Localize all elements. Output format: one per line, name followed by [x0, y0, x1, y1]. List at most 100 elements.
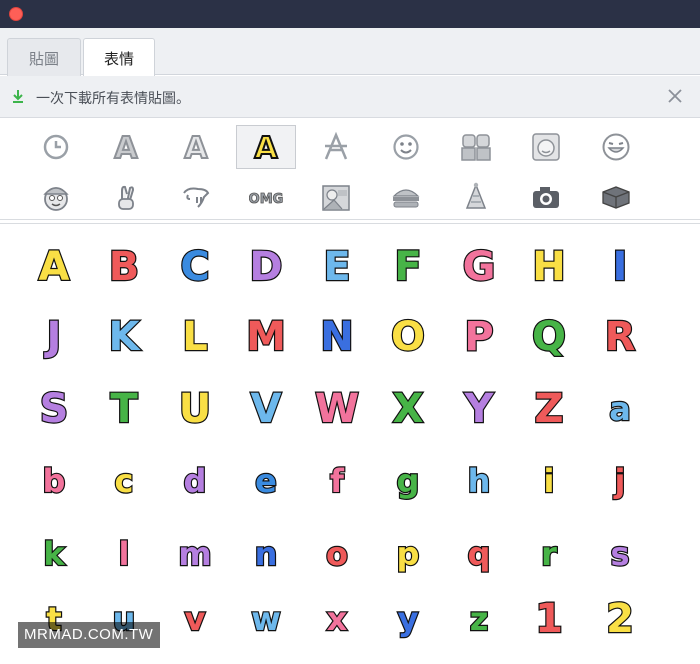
emoji-glyph: l	[117, 535, 130, 573]
download-icon[interactable]	[10, 88, 26, 104]
emoji-item[interactable]: J	[19, 302, 89, 372]
emoji-item[interactable]: A	[19, 232, 89, 302]
smiley-icon[interactable]	[376, 125, 436, 169]
crossed-fingers-icon[interactable]	[96, 175, 156, 219]
emoji-item[interactable]: z	[444, 584, 514, 654]
emoji-glyph: X	[391, 386, 424, 432]
emoji-item[interactable]: p	[373, 519, 443, 589]
emoji-item[interactable]: q	[444, 519, 514, 589]
emoji-item[interactable]: R	[585, 302, 655, 372]
emoji-item[interactable]: v	[160, 584, 230, 654]
emoji-item[interactable]: P	[444, 302, 514, 372]
party-hat-icon[interactable]	[446, 175, 506, 219]
emoji-item[interactable]: g	[373, 446, 443, 516]
emoji-item[interactable]: n	[231, 519, 301, 589]
emoji-item[interactable]: C	[160, 232, 230, 302]
clock-icon[interactable]	[26, 125, 86, 169]
tray-letter-a: A	[114, 131, 138, 163]
emoji-glyph: R	[603, 314, 636, 360]
close-icon[interactable]	[666, 87, 684, 105]
tray-letter-a-outline: A	[184, 131, 208, 163]
emoji-item[interactable]: V	[231, 374, 301, 444]
emoji-item[interactable]: S	[19, 374, 89, 444]
emoji-item[interactable]: W	[302, 374, 372, 444]
emoji-glyph: U	[178, 386, 213, 432]
cap-face-icon[interactable]	[26, 175, 86, 219]
emoji-glyph: N	[319, 314, 355, 360]
grin-face-icon[interactable]	[586, 125, 646, 169]
emoji-item[interactable]: X	[373, 374, 443, 444]
couple-icon[interactable]	[446, 125, 506, 169]
emoji-glyph: Y	[463, 386, 494, 432]
face-icon[interactable]	[516, 125, 576, 169]
emoji-item[interactable]: m	[160, 519, 230, 589]
letter-a-yellow-icon[interactable]: A	[236, 125, 296, 169]
emoji-glyph: K	[107, 314, 140, 360]
emoji-item[interactable]: y	[373, 584, 443, 654]
emoji-item[interactable]: 2	[585, 584, 655, 654]
emoji-item[interactable]: l	[89, 519, 159, 589]
emoji-item[interactable]: o	[302, 519, 372, 589]
emoji-item[interactable]: B	[89, 232, 159, 302]
emoji-item[interactable]: s	[585, 519, 655, 589]
letter-a-outline-icon[interactable]: A	[166, 125, 226, 169]
emoji-item[interactable]: b	[19, 446, 89, 516]
emoji-glyph: L	[181, 314, 209, 360]
download-all-text[interactable]: 一次下載所有表情貼圖。	[36, 88, 190, 108]
emoji-glyph: g	[395, 462, 420, 500]
dog-icon[interactable]	[166, 175, 226, 219]
emoji-item[interactable]: Z	[514, 374, 584, 444]
box-icon[interactable]	[586, 175, 646, 219]
watermark: MRMAD.COM.TW	[18, 622, 160, 648]
emoji-glyph: x	[325, 600, 348, 638]
emoji-glyph: I	[611, 244, 628, 290]
emoji-item[interactable]: j	[585, 446, 655, 516]
burger-icon[interactable]	[376, 175, 436, 219]
emoji-item[interactable]: K	[89, 302, 159, 372]
emoji-item[interactable]: O	[373, 302, 443, 372]
letter-a-gray-icon[interactable]: A	[96, 125, 156, 169]
emoji-item[interactable]: G	[444, 232, 514, 302]
camera-icon[interactable]	[516, 175, 576, 219]
emoji-item[interactable]: r	[514, 519, 584, 589]
emoji-item[interactable]: a	[585, 374, 655, 444]
omg-icon[interactable]: OMG	[236, 175, 296, 219]
emoji-item[interactable]: h	[444, 446, 514, 516]
emoji-item[interactable]: L	[160, 302, 230, 372]
letter-a-strike-icon[interactable]	[306, 125, 366, 169]
emoji-item[interactable]: 1	[514, 584, 584, 654]
emoji-item[interactable]: f	[302, 446, 372, 516]
emoji-item[interactable]: w	[231, 584, 301, 654]
emoji-item[interactable]: N	[302, 302, 372, 372]
emoji-item[interactable]: Q	[514, 302, 584, 372]
cards-icon[interactable]	[306, 175, 366, 219]
tab-stickers[interactable]: 貼圖	[7, 38, 81, 76]
emoji-item[interactable]: d	[160, 446, 230, 516]
emoji-glyph: f	[329, 462, 345, 500]
emoji-glyph: r	[540, 535, 558, 573]
emoji-item[interactable]: I	[585, 232, 655, 302]
emoji-glyph: T	[109, 386, 139, 432]
tab-emoji[interactable]: 表情	[83, 38, 155, 76]
emoji-item[interactable]: H	[514, 232, 584, 302]
emoji-item[interactable]: k	[19, 519, 89, 589]
emoji-item[interactable]: x	[302, 584, 372, 654]
emoji-glyph: D	[248, 244, 284, 290]
emoji-glyph: S	[38, 386, 69, 432]
emoji-glyph: G	[461, 244, 496, 290]
emoji-item[interactable]: U	[160, 374, 230, 444]
emoji-item[interactable]: c	[89, 446, 159, 516]
emoji-item[interactable]: Y	[444, 374, 514, 444]
title-bar	[0, 0, 700, 28]
emoji-glyph: W	[314, 386, 361, 432]
emoji-item[interactable]: F	[373, 232, 443, 302]
emoji-item[interactable]: T	[89, 374, 159, 444]
emoji-item[interactable]: e	[231, 446, 301, 516]
emoji-item[interactable]: D	[231, 232, 301, 302]
emoji-item[interactable]: E	[302, 232, 372, 302]
window-close-button[interactable]	[9, 7, 23, 21]
emoji-item[interactable]: i	[514, 446, 584, 516]
emoji-item[interactable]: M	[231, 302, 301, 372]
emoji-glyph: O	[390, 314, 426, 360]
emoji-glyph: z	[469, 600, 490, 638]
